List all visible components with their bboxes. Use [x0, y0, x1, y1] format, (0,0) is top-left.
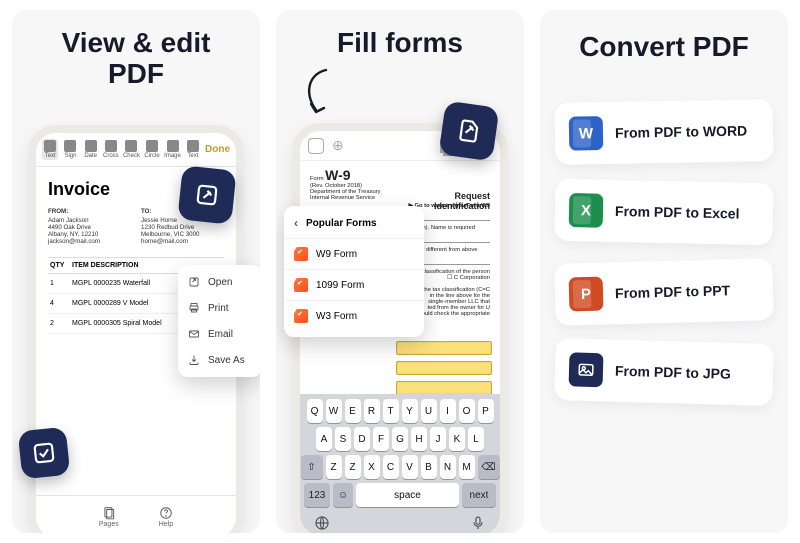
- key[interactable]: D: [354, 427, 370, 451]
- jpg-icon: [568, 352, 603, 387]
- panel-view-edit: View & edit PDF Text Sign Date Cross Che…: [12, 10, 260, 533]
- edit-toolbar: Text Sign Date Cross Check Circle Image …: [36, 133, 236, 167]
- key[interactable]: Z: [326, 455, 342, 479]
- key[interactable]: F: [373, 427, 389, 451]
- form-field[interactable]: [396, 361, 492, 375]
- excel-icon: X: [569, 193, 604, 228]
- convert-excel[interactable]: X From PDF to Excel: [554, 179, 773, 246]
- tool-text2[interactable]: Text: [185, 140, 201, 159]
- key[interactable]: X: [364, 455, 380, 479]
- key[interactable]: M: [459, 455, 475, 479]
- key[interactable]: I: [440, 399, 456, 423]
- key[interactable]: H: [411, 427, 427, 451]
- key[interactable]: V: [402, 455, 418, 479]
- help-button[interactable]: Help: [159, 506, 173, 528]
- panel-fill-forms: Fill forms ⊕ OK Form W-9 (Rev. October 2…: [276, 10, 524, 533]
- key-space[interactable]: space: [356, 483, 459, 507]
- key[interactable]: C: [383, 455, 399, 479]
- key-emoji[interactable]: ☺: [333, 483, 353, 507]
- form-icon: [294, 247, 308, 261]
- key[interactable]: P: [478, 399, 494, 423]
- key[interactable]: Q: [307, 399, 323, 423]
- popular-forms-popover: ‹ Popular Forms W9 Form 1099 Form W3 For…: [284, 206, 424, 337]
- tool-check[interactable]: Check: [123, 140, 140, 159]
- key[interactable]: E: [345, 399, 361, 423]
- tool-image[interactable]: Image: [164, 140, 181, 159]
- key[interactable]: B: [421, 455, 437, 479]
- pages-button[interactable]: Pages: [99, 506, 119, 528]
- convert-label: From PDF to Excel: [615, 203, 740, 222]
- panel-convert: Convert PDF W From PDF to WORD X From PD…: [540, 10, 788, 533]
- keyboard: Q W E R T Y U I O P A S D F G H J K L: [300, 394, 500, 533]
- key[interactable]: Z: [345, 455, 361, 479]
- convert-label: From PDF to PPT: [615, 282, 731, 301]
- form-item-w3[interactable]: W3 Form: [284, 300, 424, 331]
- key[interactable]: G: [392, 427, 408, 451]
- popular-forms-title: Popular Forms: [306, 218, 377, 229]
- convert-jpg[interactable]: From PDF to JPG: [554, 338, 774, 406]
- key[interactable]: N: [440, 455, 456, 479]
- headline-2: Fill forms: [276, 10, 524, 65]
- fill-badge-icon: [439, 101, 500, 162]
- form-item-w9[interactable]: W9 Form: [284, 238, 424, 269]
- key-shift[interactable]: ⇧: [301, 455, 323, 479]
- key[interactable]: O: [459, 399, 475, 423]
- headline-3: Convert PDF: [569, 10, 759, 71]
- tool-circle[interactable]: Circle: [144, 140, 160, 159]
- key[interactable]: J: [430, 427, 446, 451]
- back-icon[interactable]: ‹: [294, 216, 298, 230]
- form-field[interactable]: [396, 381, 492, 395]
- key[interactable]: W: [326, 399, 342, 423]
- convert-ppt[interactable]: P From PDF to PPT: [554, 258, 774, 326]
- key[interactable]: T: [383, 399, 399, 423]
- form-icon: [294, 309, 308, 323]
- tool-text[interactable]: Text: [42, 139, 58, 160]
- arrow-icon: [298, 66, 338, 124]
- from-block: FROM: Adam Jackson 4490 Oak Drive Albany…: [48, 208, 131, 245]
- tool-cross[interactable]: Cross: [103, 140, 119, 159]
- convert-word[interactable]: W From PDF to WORD: [554, 99, 773, 165]
- edit-badge-icon: [177, 165, 236, 224]
- key[interactable]: K: [449, 427, 465, 451]
- action-menu: Open Print Email Save As: [178, 265, 260, 377]
- tool-sign[interactable]: Sign: [62, 140, 78, 159]
- action-print[interactable]: Print: [178, 295, 260, 321]
- mic-icon[interactable]: [470, 515, 486, 531]
- convert-label: From PDF to JPG: [615, 362, 731, 381]
- key[interactable]: A: [316, 427, 332, 451]
- key[interactable]: L: [468, 427, 484, 451]
- key[interactable]: S: [335, 427, 351, 451]
- action-open[interactable]: Open: [178, 269, 260, 295]
- key[interactable]: R: [364, 399, 380, 423]
- key-backspace[interactable]: ⌫: [478, 455, 500, 479]
- key-numbers[interactable]: 123: [304, 483, 330, 507]
- headline-1: View & edit PDF: [12, 10, 260, 96]
- convert-list: W From PDF to WORD X From PDF to Excel P…: [555, 101, 773, 403]
- done-button[interactable]: Done: [205, 144, 230, 155]
- add-button[interactable]: ⊕: [332, 137, 344, 154]
- globe-icon[interactable]: [314, 515, 330, 531]
- key-next[interactable]: next: [462, 483, 496, 507]
- key[interactable]: Y: [402, 399, 418, 423]
- tool-date[interactable]: Date: [83, 140, 99, 159]
- form-icon: [294, 278, 308, 292]
- ppt-icon: P: [568, 276, 603, 311]
- word-icon: W: [569, 116, 604, 151]
- thumbnail-button[interactable]: [308, 138, 324, 154]
- key[interactable]: U: [421, 399, 437, 423]
- check-badge-icon: [18, 427, 71, 480]
- action-email[interactable]: Email: [178, 321, 260, 347]
- convert-label: From PDF to WORD: [615, 122, 747, 140]
- form-field[interactable]: [396, 341, 492, 355]
- action-saveas[interactable]: Save As: [178, 347, 260, 373]
- form-item-1099[interactable]: 1099 Form: [284, 269, 424, 300]
- bottom-bar: Pages Help: [36, 495, 236, 533]
